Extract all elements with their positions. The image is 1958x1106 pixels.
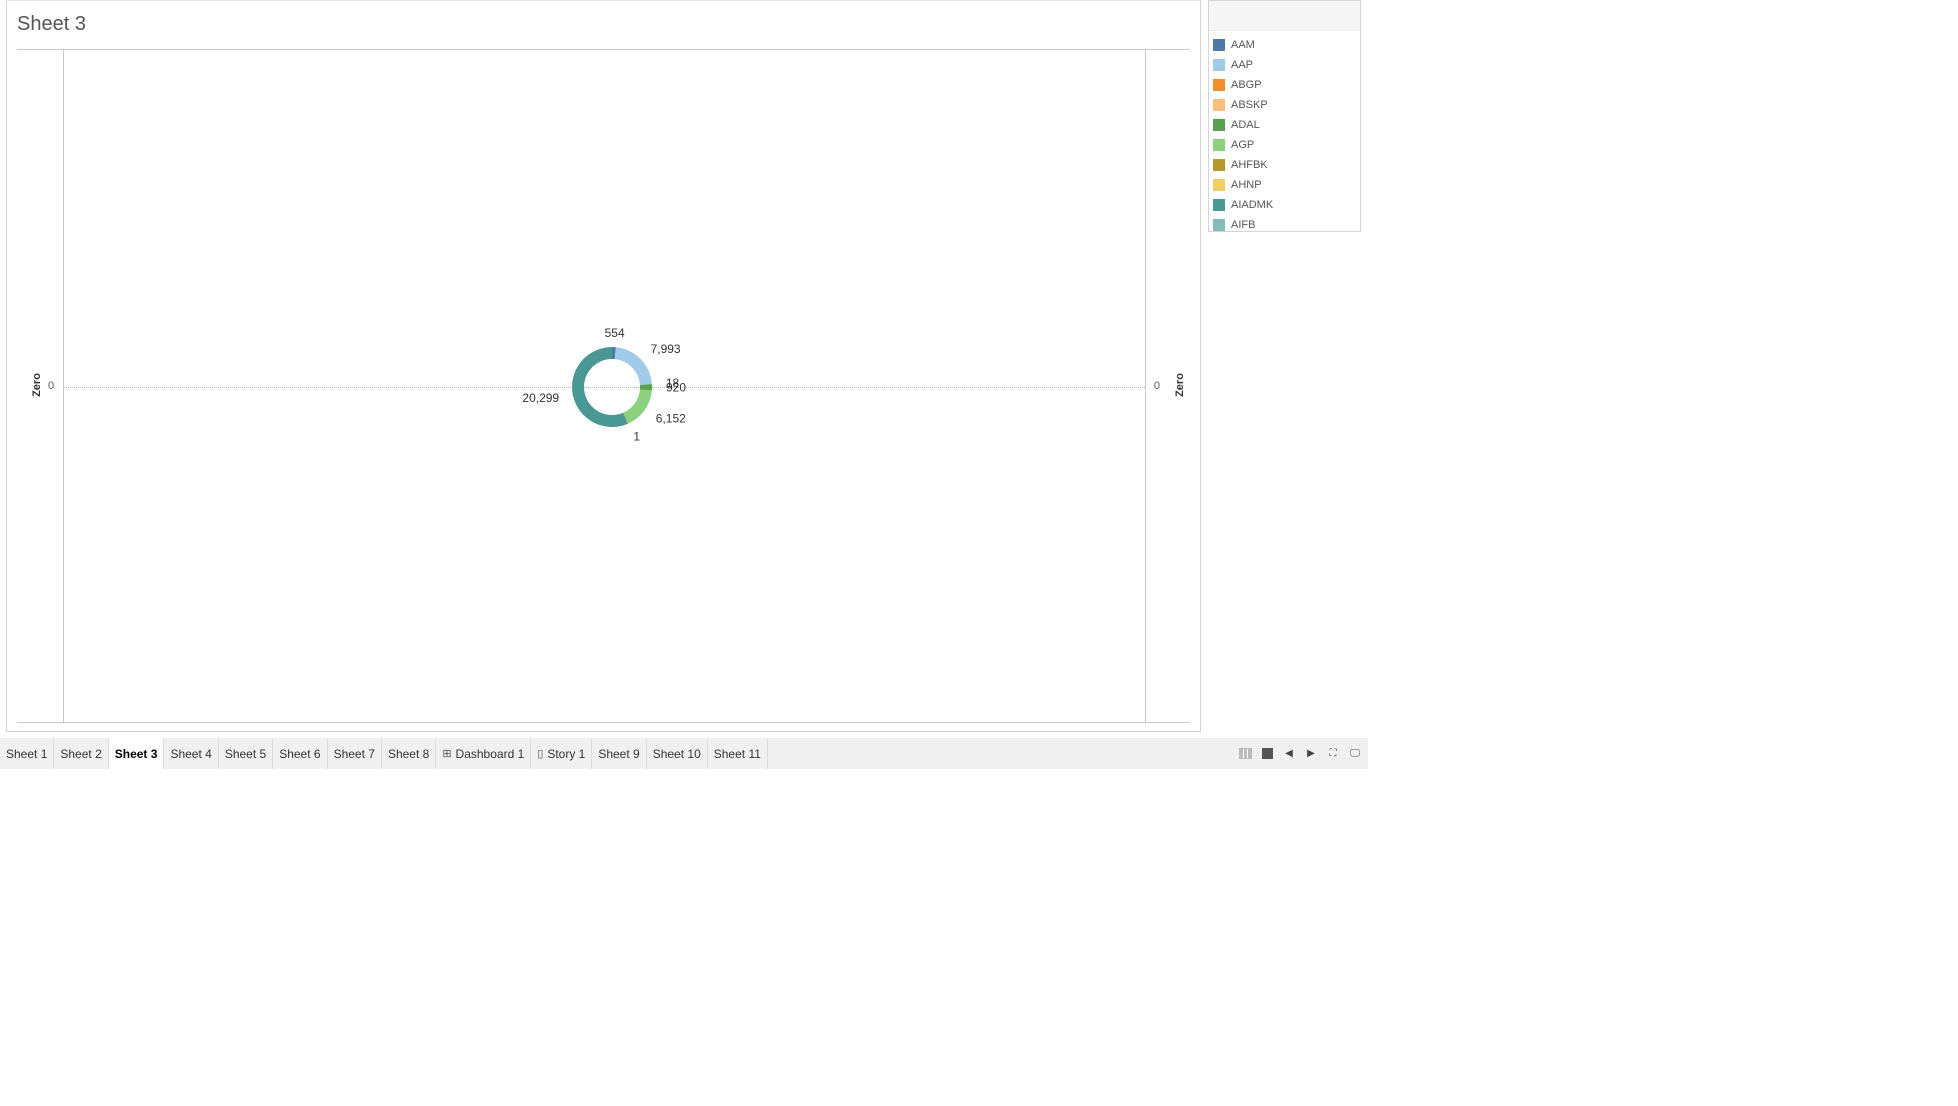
legend-swatch bbox=[1213, 139, 1225, 151]
right-axis-line bbox=[1145, 50, 1146, 723]
sheet-tab-bar: Sheet 1 Sheet 2 Sheet 3 Sheet 4 Sheet 5 Sheet… bbox=[0, 738, 1368, 769]
legend-swatch bbox=[1213, 59, 1225, 71]
legend-label: AGP bbox=[1231, 139, 1255, 151]
left-axis-title[interactable]: Zero bbox=[31, 373, 43, 397]
color-legend[interactable]: AAM AAP ABGP ABSKP ADAL AGP AHFBK AHNP AIADMK AIF… bbox=[1208, 0, 1361, 232]
legend-label: AAM bbox=[1231, 39, 1255, 51]
tab-sheet-5[interactable]: Sheet 5 bbox=[219, 738, 274, 769]
dashboard-icon: ⊞ bbox=[442, 748, 452, 760]
legend-item[interactable]: ABSKP bbox=[1213, 95, 1360, 115]
tab-label: Sheet 4 bbox=[170, 746, 212, 761]
legend-swatch bbox=[1213, 179, 1225, 191]
donut-slice-aap[interactable] bbox=[614, 347, 652, 385]
tab-label: Sheet 6 bbox=[279, 746, 321, 761]
story-icon: ▯ bbox=[537, 748, 544, 760]
legend-swatch bbox=[1213, 159, 1225, 171]
bottom-divider bbox=[17, 722, 1190, 723]
legend-label: AIADMK bbox=[1231, 199, 1274, 211]
tab-story-1[interactable]: ▯ Story 1 bbox=[531, 738, 593, 769]
legend-swatch bbox=[1213, 219, 1225, 231]
legend-item[interactable]: AAM bbox=[1213, 35, 1360, 55]
tab-dashboard-1[interactable]: ⊞ Dashboard 1 bbox=[436, 738, 532, 769]
legend-list: AAM AAP ABGP ABSKP ADAL AGP AHFBK AHNP AIADMK AIF… bbox=[1209, 31, 1360, 235]
tab-label: Sheet 3 bbox=[114, 746, 158, 761]
data-label-aam: 554 bbox=[605, 326, 625, 340]
tab-label: Sheet 1 bbox=[6, 746, 48, 761]
legend-label: AHFBK bbox=[1231, 159, 1268, 171]
tab-label: Sheet 2 bbox=[60, 746, 102, 761]
donut-chart[interactable]: 5547,993189206,152120,299 bbox=[497, 321, 737, 471]
show-filmstrip-icon[interactable] bbox=[1260, 747, 1274, 761]
legend-label: ABSKP bbox=[1231, 99, 1268, 111]
sheet-title: Sheet 3 bbox=[17, 13, 86, 35]
legend-swatch bbox=[1213, 199, 1225, 211]
previous-tab-icon[interactable]: ◀ bbox=[1282, 747, 1296, 761]
tab-sheet-7[interactable]: Sheet 7 bbox=[328, 738, 382, 769]
tab-label: Sheet 8 bbox=[387, 746, 430, 761]
legend-item[interactable]: AGP bbox=[1213, 135, 1360, 155]
tab-sheet-4[interactable]: Sheet 4 bbox=[164, 738, 219, 769]
tab-label: Sheet 10 bbox=[652, 746, 701, 761]
legend-swatch bbox=[1213, 119, 1225, 131]
left-axis-tick-label: 0 bbox=[48, 380, 55, 392]
legend-label: AIFB bbox=[1231, 219, 1256, 231]
tab-list: Sheet 1 Sheet 2 Sheet 3 Sheet 4 Sheet 5 Sheet… bbox=[0, 738, 768, 769]
tab-sheet-10[interactable]: Sheet 10 bbox=[647, 738, 708, 769]
tab-sheet-2[interactable]: Sheet 2 bbox=[54, 738, 109, 769]
legend-header[interactable] bbox=[1209, 1, 1360, 31]
tab-bar-controls: ◀ ▶ ⛶ 🖵 bbox=[1238, 738, 1362, 769]
tab-sheet-9[interactable]: Sheet 9 bbox=[592, 738, 647, 769]
legend-item[interactable]: AAP bbox=[1213, 55, 1360, 75]
legend-item[interactable]: AIFB bbox=[1213, 215, 1360, 235]
data-label-adal: 920 bbox=[666, 380, 686, 394]
fullscreen-icon[interactable]: ⛶ bbox=[1326, 747, 1340, 761]
next-tab-icon[interactable]: ▶ bbox=[1304, 747, 1318, 761]
legend-swatch bbox=[1213, 79, 1225, 91]
legend-item[interactable]: AIADMK bbox=[1213, 195, 1360, 215]
legend-label: AHNP bbox=[1231, 179, 1262, 191]
tab-label: Dashboard 1 bbox=[455, 746, 525, 761]
tab-label: Sheet 5 bbox=[224, 746, 267, 761]
tab-sheet-6[interactable]: Sheet 6 bbox=[273, 738, 328, 769]
data-label-agp: 6,152 bbox=[656, 412, 686, 426]
legend-item[interactable]: ABGP bbox=[1213, 75, 1360, 95]
tab-sheet-3[interactable]: Sheet 3 bbox=[108, 738, 165, 769]
presentation-mode-icon[interactable]: 🖵 bbox=[1348, 747, 1362, 761]
donut-slice-adal[interactable] bbox=[639, 384, 652, 391]
tab-label: Story 1 bbox=[547, 746, 586, 761]
legend-label: AAP bbox=[1231, 59, 1254, 71]
tab-label: Sheet 9 bbox=[598, 746, 640, 761]
legend-label: ADAL bbox=[1231, 119, 1260, 131]
tab-label: Sheet 11 bbox=[713, 746, 761, 761]
title-divider bbox=[17, 49, 1190, 50]
tab-sheet-11[interactable]: Sheet 11 bbox=[708, 738, 768, 769]
data-label-aiadmk: 20,299 bbox=[522, 391, 559, 405]
legend-swatch bbox=[1213, 99, 1225, 111]
data-label-aap: 7,993 bbox=[651, 342, 681, 356]
legend-item[interactable]: AHNP bbox=[1213, 175, 1360, 195]
legend-item[interactable]: AHFBK bbox=[1213, 155, 1360, 175]
worksheet-panel: Sheet 3 Zero Zero 0 0 554 7,993 18 920 6,152… bbox=[6, 0, 1201, 732]
right-axis-tick-label: 0 bbox=[1153, 380, 1160, 392]
legend-item[interactable]: ADAL bbox=[1213, 115, 1360, 135]
donut-slice-agp[interactable] bbox=[623, 389, 652, 424]
right-axis-title[interactable]: Zero bbox=[1174, 373, 1186, 397]
show-sheet-sorter-icon[interactable] bbox=[1238, 747, 1252, 761]
legend-swatch bbox=[1213, 39, 1225, 51]
tab-sheet-8[interactable]: Sheet 8 bbox=[382, 738, 437, 769]
data-label-ahfbk: 1 bbox=[633, 430, 640, 444]
tab-sheet-1[interactable]: Sheet 1 bbox=[0, 738, 55, 769]
tab-label: Sheet 7 bbox=[333, 746, 375, 761]
legend-label: ABGP bbox=[1231, 79, 1262, 91]
